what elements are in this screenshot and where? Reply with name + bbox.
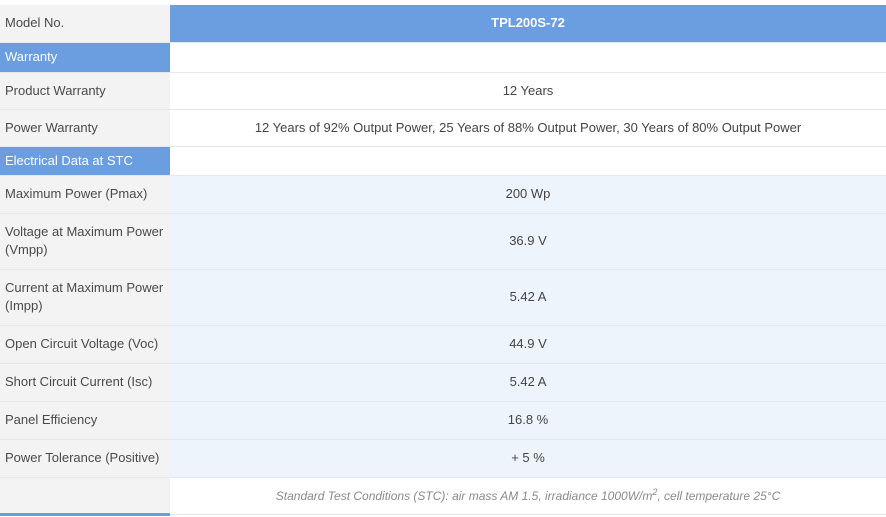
row-value: 44.9 V	[170, 325, 886, 364]
section-row-electrical: Electrical Data at STC	[0, 146, 886, 176]
section-row-warranty: Warranty	[0, 42, 886, 73]
row-label: Short Circuit Current (Isc)	[0, 363, 170, 402]
table-row: Current at Maximum Power (Impp) 5.42 A	[0, 269, 886, 326]
row-label: Open Circuit Voltage (Voc)	[0, 325, 170, 364]
table-row: Power Tolerance (Positive) + 5 %	[0, 439, 886, 478]
row-label: Current at Maximum Power (Impp)	[0, 269, 170, 326]
row-label: Product Warranty	[0, 72, 170, 110]
row-value: + 5 %	[170, 439, 886, 478]
stc-note-text-end: , cell temperature 25°C	[657, 488, 781, 503]
table-row: Product Warranty 12 Years	[0, 72, 886, 110]
row-value: 5.42 A	[170, 269, 886, 326]
model-label: Model No.	[0, 5, 170, 43]
row-value: 12 Years of 92% Output Power, 25 Years o…	[170, 109, 886, 147]
row-label: Maximum Power (Pmax)	[0, 175, 170, 214]
row-label: Power Tolerance (Positive)	[0, 439, 170, 478]
header-row: Model No. TPL200S-72	[0, 5, 886, 43]
row-value: 200 Wp	[170, 175, 886, 214]
row-value: 16.8 %	[170, 401, 886, 440]
table-row: Maximum Power (Pmax) 200 Wp	[0, 175, 886, 214]
section-spacer	[170, 42, 886, 73]
row-value: 5.42 A	[170, 363, 886, 402]
row-value: 36.9 V	[170, 213, 886, 270]
stc-note-text: Standard Test Conditions (STC): air mass…	[275, 488, 653, 503]
section-spacer	[170, 146, 886, 176]
table-row: Open Circuit Voltage (Voc) 44.9 V	[0, 325, 886, 364]
row-label: Panel Efficiency	[0, 401, 170, 440]
table-row: Power Warranty 12 Years of 92% Output Po…	[0, 109, 886, 147]
section-title-electrical: Electrical Data at STC	[0, 146, 170, 176]
row-value: 12 Years	[170, 72, 886, 110]
table-row: Voltage at Maximum Power (Vmpp) 36.9 V	[0, 213, 886, 270]
spec-table: Model No. TPL200S-72 Warranty Product Wa…	[0, 5, 886, 516]
section-title-warranty: Warranty	[0, 42, 170, 73]
table-row: Panel Efficiency 16.8 %	[0, 401, 886, 440]
stc-note-row: Standard Test Conditions (STC): air mass…	[0, 477, 886, 516]
row-label: Voltage at Maximum Power (Vmpp)	[0, 213, 170, 270]
note-label-empty	[0, 477, 170, 516]
model-value: TPL200S-72	[170, 5, 886, 43]
table-row: Short Circuit Current (Isc) 5.42 A	[0, 363, 886, 402]
stc-note: Standard Test Conditions (STC): air mass…	[170, 477, 886, 515]
row-label: Power Warranty	[0, 109, 170, 147]
